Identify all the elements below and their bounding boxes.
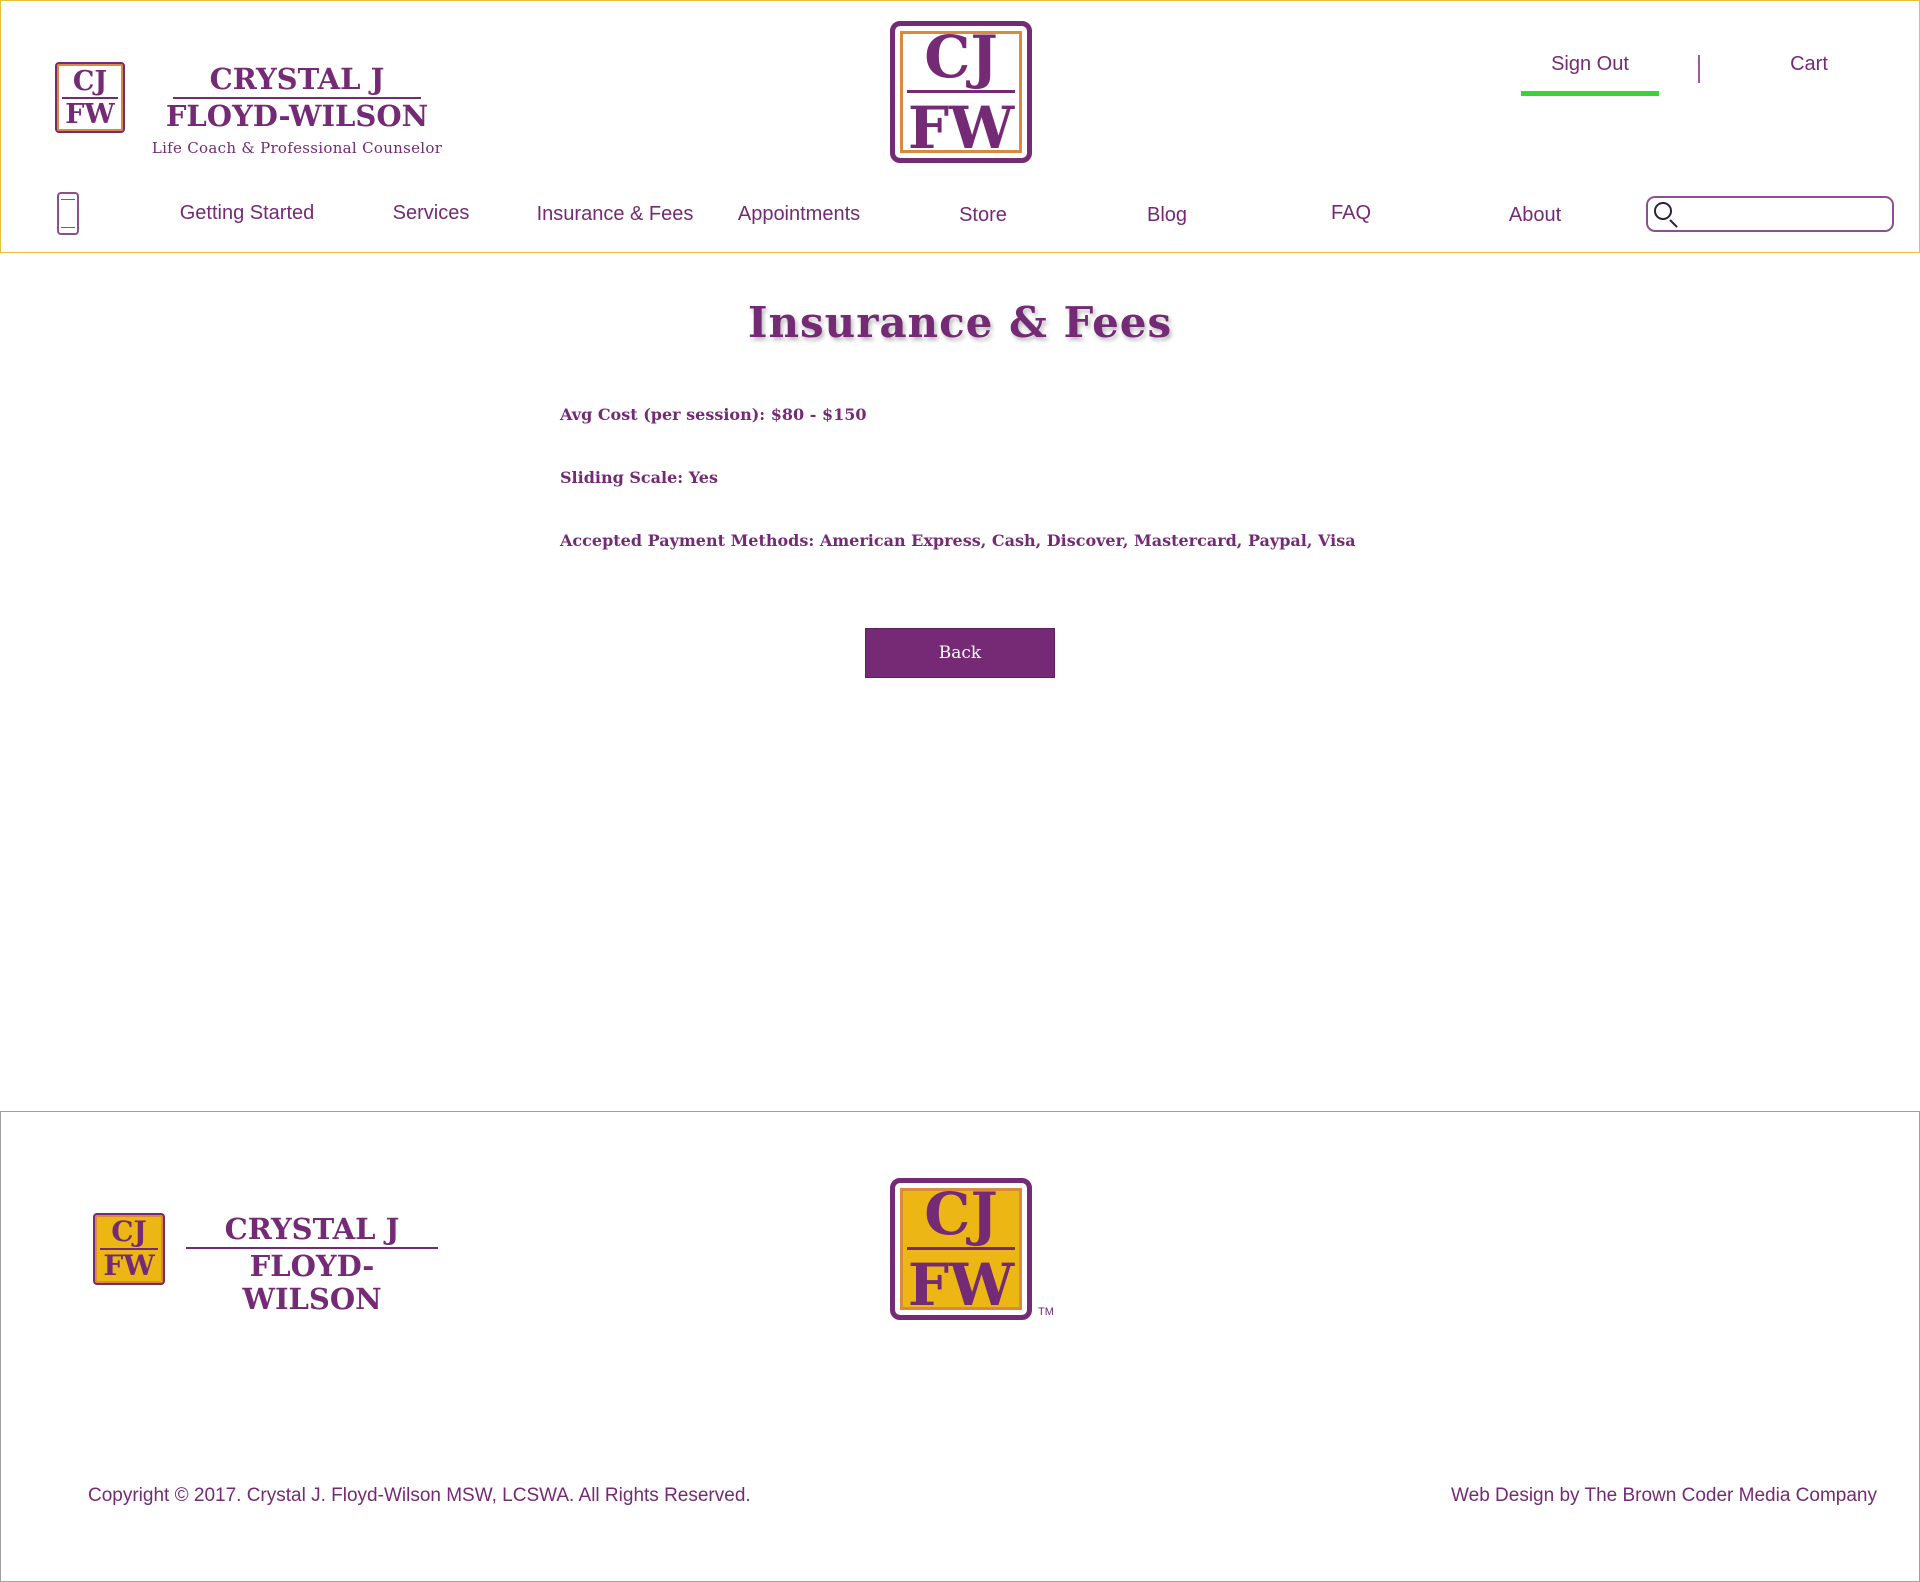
search-box[interactable] (1646, 196, 1894, 232)
payment-methods-text: Accepted Payment Methods: American Expre… (560, 531, 1356, 550)
brand-name-line2: FLOYD-WILSON (165, 99, 429, 133)
trademark-mark: TM (1038, 1306, 1054, 1318)
logo-initials-top: CJ (72, 65, 108, 97)
mobile-phone-icon[interactable] (57, 192, 79, 235)
sign-out-active-underline (1521, 91, 1659, 96)
site-header: CJ FW CRYSTAL J FLOYD-WILSON Life Coach … (0, 0, 1920, 253)
footer-logo-mark[interactable]: CJ FW (93, 1213, 165, 1285)
web-design-credit-link[interactable]: Web Design by The Brown Coder Media Comp… (1451, 1485, 1877, 1507)
back-button[interactable]: Back (865, 628, 1055, 678)
logo-initials-bottom: FW (103, 1249, 155, 1282)
nav-item-getting-started[interactable]: Getting Started (180, 202, 315, 225)
header-logo-mark[interactable]: CJ FW (55, 62, 125, 133)
search-icon[interactable] (1654, 202, 1672, 220)
nav-item-appointments[interactable]: Appointments (738, 203, 860, 226)
logo-initials-top: CJ (924, 22, 998, 91)
brand-name-line2: FLOYD-WILSON (242, 1249, 382, 1316)
brand-name-line1: CRYSTAL J (224, 1212, 400, 1246)
page-title: Insurance & Fees (747, 298, 1173, 347)
logo-initials-bottom: FW (65, 98, 115, 130)
header-brand[interactable]: CRYSTAL J FLOYD-WILSON Life Coach & Prof… (139, 62, 455, 158)
brand-tagline: Life Coach & Professional Counselor (151, 139, 443, 157)
logo-rule (907, 1246, 1015, 1250)
header-center-logo[interactable]: CJ FW (890, 21, 1032, 163)
nav-item-insurance-fees[interactable]: Insurance & Fees (537, 203, 694, 226)
cart-link[interactable]: Cart (1761, 53, 1857, 76)
nav-item-faq[interactable]: FAQ (1331, 202, 1371, 225)
nav-item-blog[interactable]: Blog (1147, 204, 1187, 227)
search-input[interactable] (1682, 202, 1886, 228)
nav-item-store[interactable]: Store (959, 204, 1007, 227)
sign-out-link[interactable]: Sign Out (1521, 53, 1659, 76)
brand-name-line1: CRYSTAL J (209, 62, 385, 96)
footer-brand[interactable]: CRYSTAL J FLOYD-WILSON (185, 1213, 439, 1316)
avg-cost-text: Avg Cost (per session): $80 - $150 (560, 405, 867, 424)
footer-center-logo[interactable]: CJ FW (890, 1178, 1032, 1320)
logo-initials-top: CJ (111, 1215, 147, 1248)
logo-initials-bottom: FW (907, 1250, 1015, 1319)
logo-rule (907, 89, 1015, 93)
logo-initials-bottom: FW (907, 93, 1015, 162)
nav-item-services[interactable]: Services (393, 202, 470, 225)
nav-item-about[interactable]: About (1509, 204, 1561, 227)
account-divider (1698, 55, 1700, 83)
site-footer: CJ FW CRYSTAL J FLOYD-WILSON CJ FW TM Co… (0, 1111, 1920, 1582)
logo-initials-top: CJ (924, 1179, 998, 1248)
sliding-scale-text: Sliding Scale: Yes (560, 468, 718, 487)
copyright-text: Copyright © 2017. Crystal J. Floyd-Wilso… (88, 1485, 751, 1506)
